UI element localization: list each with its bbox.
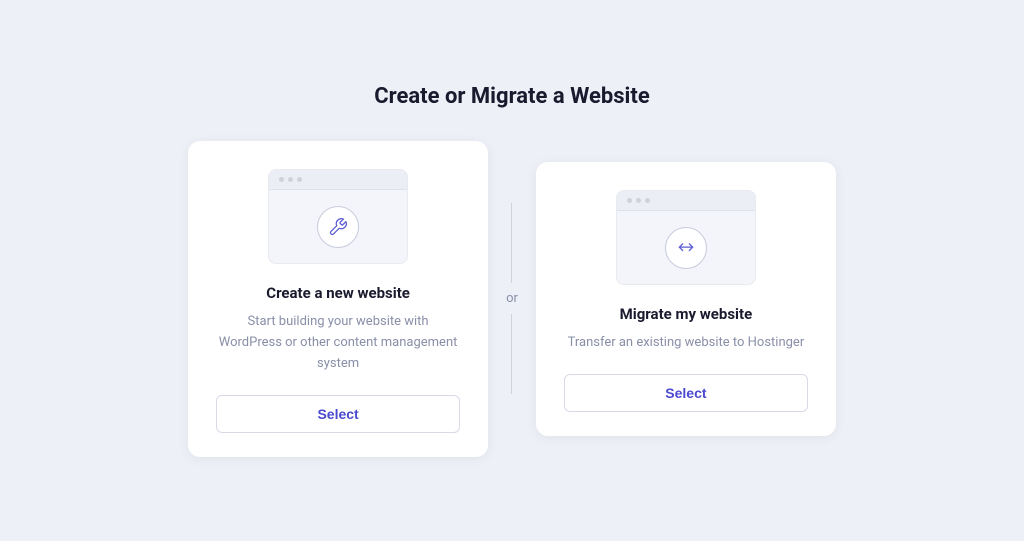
browser-dot-m3 bbox=[645, 198, 650, 203]
browser-dot-m1 bbox=[627, 198, 632, 203]
wrench-icon bbox=[328, 217, 348, 237]
divider-text: or bbox=[506, 291, 518, 306]
browser-dot-1 bbox=[279, 177, 284, 182]
divider-or: or bbox=[506, 203, 518, 394]
migrate-select-button[interactable]: Select bbox=[564, 374, 808, 412]
divider-line-bottom bbox=[511, 314, 512, 394]
browser-mockup-create bbox=[268, 169, 408, 264]
create-card-description: Start building your website with WordPre… bbox=[216, 312, 460, 374]
transfer-arrows-icon bbox=[676, 238, 696, 258]
create-card-title: Create a new website bbox=[266, 284, 410, 302]
browser-dot-2 bbox=[288, 177, 293, 182]
browser-bar bbox=[269, 170, 407, 190]
page-title: Create or Migrate a Website bbox=[374, 84, 649, 109]
wrench-icon-circle bbox=[317, 206, 359, 248]
browser-mockup-migrate bbox=[616, 190, 756, 285]
browser-bar-migrate bbox=[617, 191, 755, 211]
migrate-website-card: Migrate my website Transfer an existing … bbox=[536, 162, 836, 436]
browser-dot-3 bbox=[297, 177, 302, 182]
migrate-card-title: Migrate my website bbox=[620, 305, 753, 323]
create-select-button[interactable]: Select bbox=[216, 395, 460, 433]
divider-line-top bbox=[511, 203, 512, 283]
browser-dot-m2 bbox=[636, 198, 641, 203]
migrate-card-description: Transfer an existing website to Hostinge… bbox=[568, 333, 805, 354]
cards-container: Create a new website Start building your… bbox=[188, 141, 836, 456]
browser-content-migrate bbox=[617, 211, 755, 284]
create-website-card: Create a new website Start building your… bbox=[188, 141, 488, 456]
arrows-icon-circle bbox=[665, 227, 707, 269]
browser-content-create bbox=[269, 190, 407, 263]
